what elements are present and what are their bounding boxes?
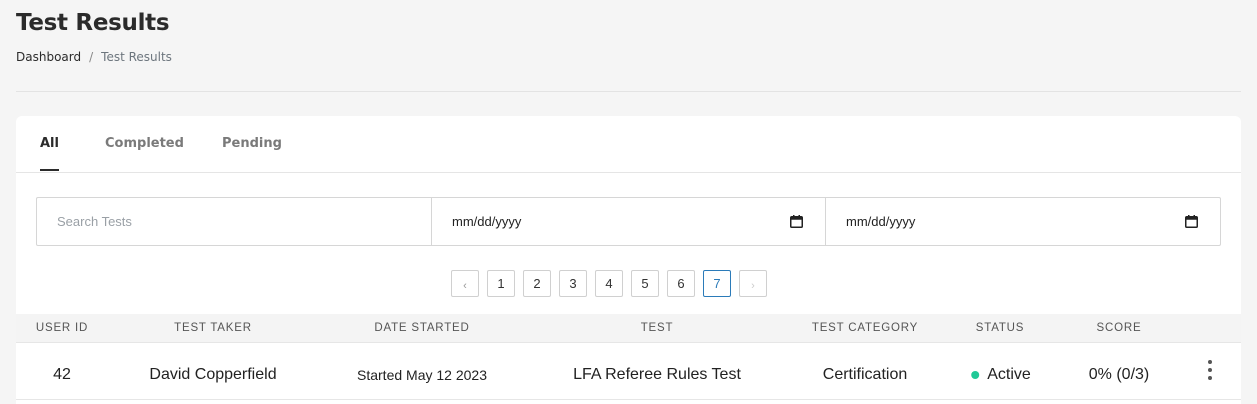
pagination-page-2[interactable]: 2 — [523, 270, 551, 297]
breadcrumb-current: Test Results — [101, 50, 172, 64]
tab-pending[interactable]: Pending — [222, 136, 282, 169]
tab-completed[interactable]: Completed — [105, 136, 184, 169]
column-header-score[interactable]: SCORE — [1097, 322, 1142, 334]
cell-date-started: Started May 12 2023 — [357, 367, 487, 383]
breadcrumb-separator: / — [89, 50, 94, 64]
column-header-status[interactable]: STATUS — [976, 322, 1024, 334]
status-dot-icon — [971, 370, 980, 379]
filter-bar: mm/dd/yyyy mm/dd/yyyy — [36, 197, 1221, 246]
pagination-page-1[interactable]: 1 — [487, 270, 515, 297]
column-header-test-category[interactable]: TEST CATEGORY — [812, 322, 918, 334]
kebab-dot — [1208, 360, 1212, 364]
cell-test-category: Certification — [822, 366, 908, 383]
page-title: Test Results — [16, 10, 170, 36]
column-header-date-started[interactable]: DATE STARTED — [374, 322, 469, 334]
pagination-page-3[interactable]: 3 — [559, 270, 587, 297]
pagination-page-5[interactable]: 5 — [631, 270, 659, 297]
tab-bar: All Completed Pending — [16, 116, 1241, 173]
column-header-test-taker[interactable]: TEST TAKER — [174, 322, 252, 334]
pagination-page-4[interactable]: 4 — [595, 270, 623, 297]
pagination-next-button[interactable]: › — [739, 270, 767, 297]
results-card: All Completed Pending mm/dd/yyyy mm/dd/y… — [16, 116, 1241, 404]
pagination-page-6[interactable]: 6 — [667, 270, 695, 297]
cell-score: 0% (0/3) — [1088, 366, 1150, 383]
pagination: ‹ 1 2 3 4 5 6 7 › — [451, 270, 767, 297]
tab-all[interactable]: All — [40, 136, 59, 171]
calendar-icon[interactable] — [790, 215, 803, 228]
cell-user-id: 42 — [53, 366, 71, 383]
search-cell — [37, 198, 432, 245]
row-actions-menu-icon[interactable] — [1206, 360, 1214, 380]
breadcrumb-dashboard-link[interactable]: Dashboard — [16, 50, 81, 64]
table-row[interactable]: 42 David Copperfield Started May 12 2023… — [16, 343, 1241, 400]
header-divider — [16, 91, 1241, 92]
cell-status: Active — [971, 366, 1031, 384]
calendar-icon[interactable] — [1185, 215, 1198, 228]
date-from-field[interactable]: mm/dd/yyyy — [432, 198, 826, 245]
search-input[interactable] — [57, 214, 431, 229]
cell-test: LFA Referee Rules Test — [573, 366, 741, 383]
status-label: Active — [987, 366, 1031, 383]
cell-test-taker: David Copperfield — [149, 366, 277, 383]
date-to-placeholder: mm/dd/yyyy — [846, 214, 916, 229]
breadcrumb: Dashboard / Test Results — [16, 50, 172, 64]
date-to-field[interactable]: mm/dd/yyyy — [826, 198, 1220, 245]
kebab-dot — [1208, 376, 1212, 380]
column-header-test[interactable]: TEST — [641, 322, 674, 334]
date-from-placeholder: mm/dd/yyyy — [452, 214, 522, 229]
table-header: USER ID TEST TAKER DATE STARTED TEST TES… — [16, 314, 1241, 343]
kebab-dot — [1208, 368, 1212, 372]
pagination-prev-button[interactable]: ‹ — [451, 270, 479, 297]
column-header-user-id[interactable]: USER ID — [36, 322, 88, 334]
pagination-page-7[interactable]: 7 — [703, 270, 731, 297]
